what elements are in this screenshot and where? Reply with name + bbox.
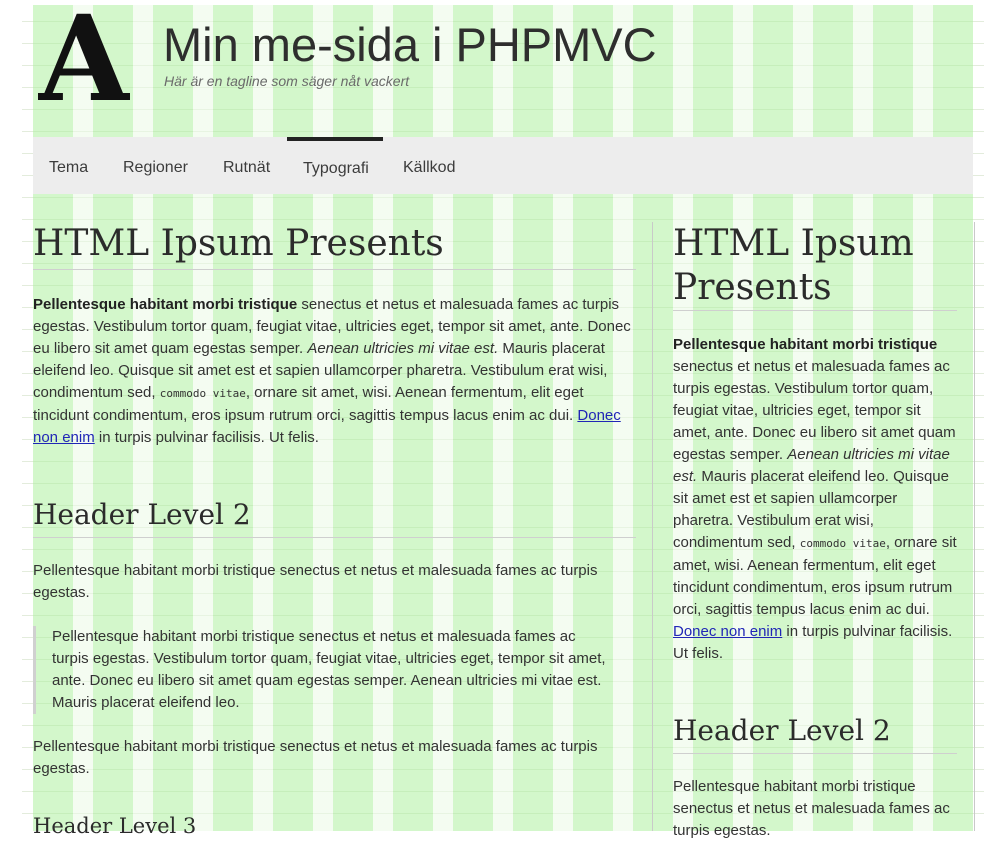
page: A Min me-sida i PHPMVC Här är en tagline… bbox=[0, 0, 1005, 839]
nav-item-regioner[interactable]: Regioner bbox=[107, 137, 204, 194]
nav-item-kallkod[interactable]: Källkod bbox=[387, 137, 471, 194]
main-p1-emphasis: Aenean ultricies mi vitae est. bbox=[307, 340, 499, 357]
main-paragraph-2: Pellentesque habitant morbi tristique se… bbox=[33, 562, 598, 601]
sidebar-p1-bold: Pellentesque habitant morbi tristique bbox=[673, 336, 938, 353]
main-blockquote-text: Pellentesque habitant morbi tristique se… bbox=[52, 628, 606, 711]
main-p1-text-d: in turpis pulvinar facilisis. Ut felis. bbox=[94, 429, 319, 446]
nav-item-rutnat[interactable]: Rutnät bbox=[207, 137, 286, 194]
svg-text:A: A bbox=[38, 6, 130, 104]
main-heading-3: Header Level 3 bbox=[33, 814, 197, 838]
site-title[interactable]: Min me-sida i PHPMVC bbox=[163, 18, 657, 72]
main-paragraph-3: Pellentesque habitant morbi tristique se… bbox=[33, 738, 598, 777]
sidebar-heading-1: HTML Ipsum Presents bbox=[673, 222, 957, 311]
sidebar-paragraph-2: Pellentesque habitant morbi tristique se… bbox=[673, 778, 950, 839]
main-heading-2: Header Level 2 bbox=[33, 493, 636, 538]
nav-item-tema[interactable]: Tema bbox=[33, 137, 104, 194]
site-tagline: Här är en tagline som säger nåt vackert bbox=[164, 73, 410, 89]
nav-item-typografi[interactable]: Typografi bbox=[287, 137, 383, 194]
sidebar: HTML Ipsum Presents Pellentesque habitan… bbox=[652, 222, 975, 839]
sidebar-p1-link[interactable]: Donec non enim bbox=[673, 623, 782, 640]
main-heading-1: HTML Ipsum Presents bbox=[33, 222, 636, 270]
sidebar-content: HTML Ipsum Presents Pellentesque habitan… bbox=[673, 222, 957, 842]
main-paragraph-1: Pellentesque habitant morbi tristique se… bbox=[33, 294, 636, 449]
sidebar-heading-2: Header Level 2 bbox=[673, 709, 957, 754]
main-blockquote: Pellentesque habitant morbi tristique se… bbox=[33, 626, 636, 714]
site-logo[interactable]: A bbox=[38, 6, 130, 104]
main-navbar: Tema Regioner Rutnät Typografi Källkod bbox=[33, 137, 973, 194]
sidebar-p1-code: commodo vitae bbox=[799, 537, 886, 550]
main-p1-bold: Pellentesque habitant morbi tristique bbox=[33, 296, 298, 313]
sidebar-paragraph-1: Pellentesque habitant morbi tristique se… bbox=[673, 334, 957, 665]
main-p1-code: commodo vitae bbox=[159, 387, 246, 400]
main-content: HTML Ipsum Presents Pellentesque habitan… bbox=[33, 222, 636, 837]
